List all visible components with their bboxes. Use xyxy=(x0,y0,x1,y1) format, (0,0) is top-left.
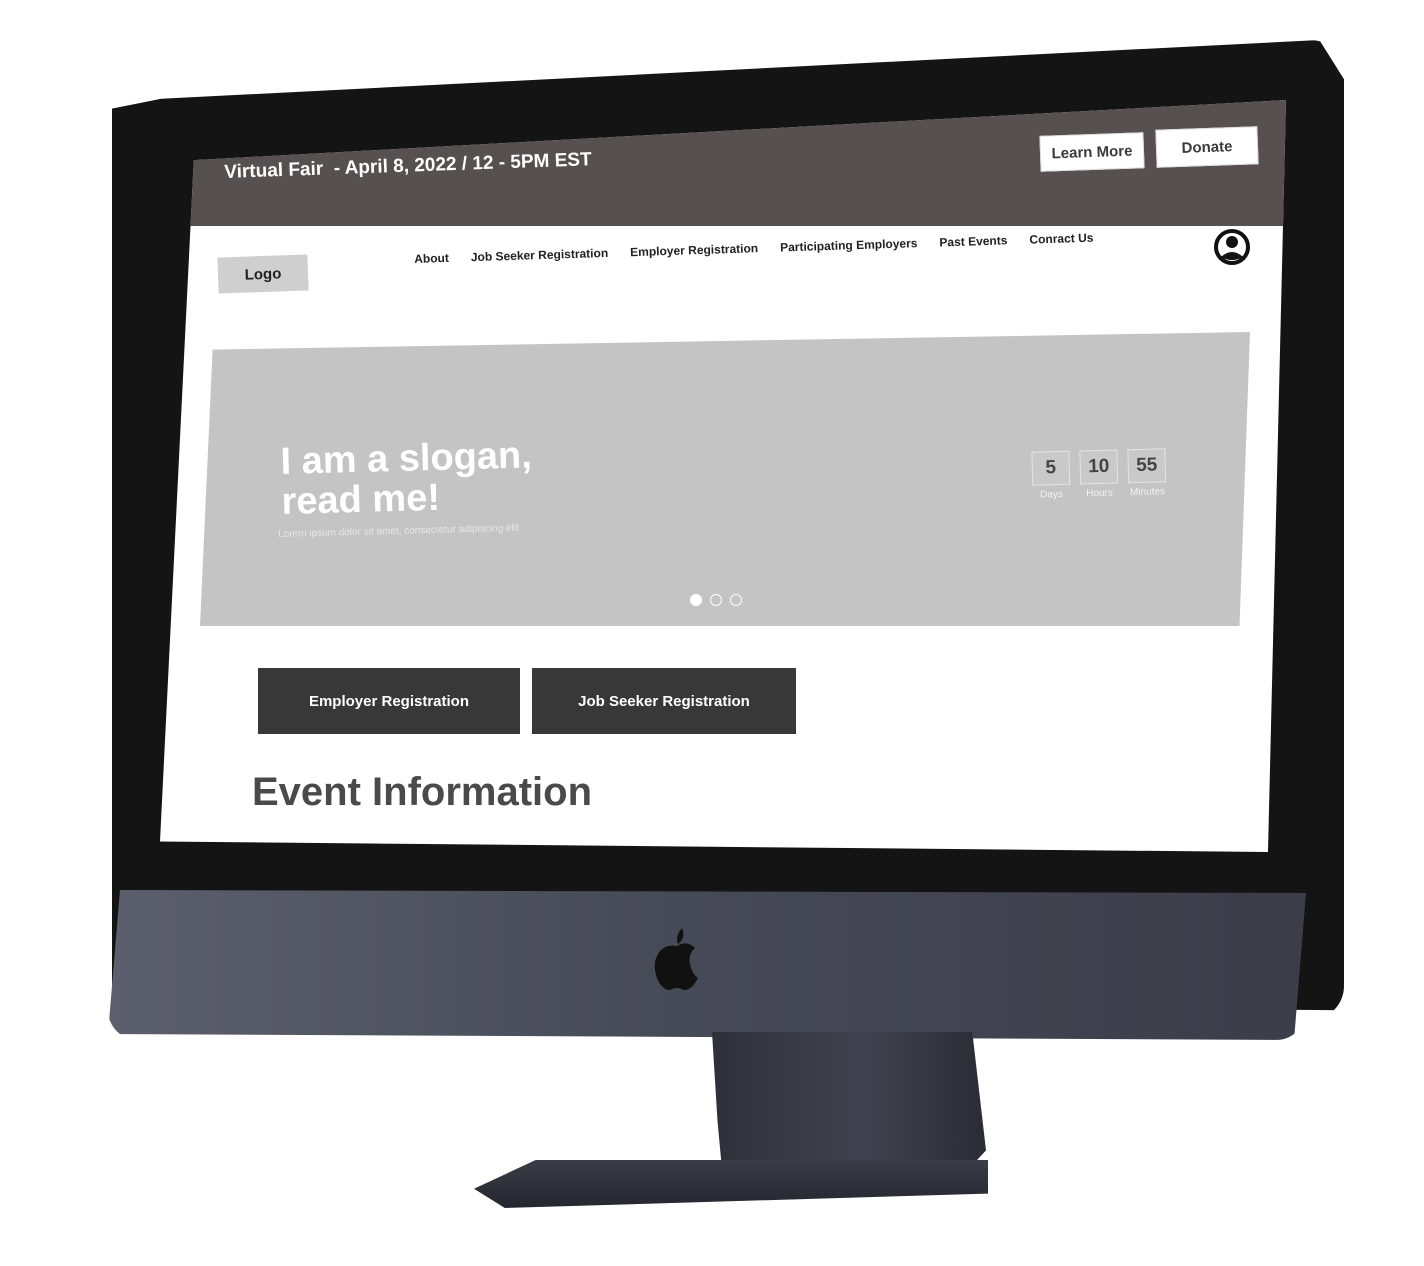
carousel-dots xyxy=(690,594,742,606)
main-navigation: Logo About Job Seeker Registration Emplo… xyxy=(160,226,1286,306)
nav-links: About Job Seeker Registration Employer R… xyxy=(414,231,1094,266)
nav-link-contact-us[interactable]: Conract Us xyxy=(1029,231,1093,247)
event-information-heading: Event Information xyxy=(252,770,593,814)
hero-slogan: I am a slogan, read me! xyxy=(279,434,533,523)
nav-link-past-events[interactable]: Past Events xyxy=(939,233,1007,249)
carousel-dot-2[interactable] xyxy=(710,594,722,606)
monitor-mockup: Virtual Fair - April 8, 2022 / 12 - 5PM … xyxy=(0,0,1424,1266)
site-logo[interactable]: Logo xyxy=(217,254,309,294)
countdown-days-label: Days xyxy=(1039,488,1064,501)
countdown-days: 5 Days xyxy=(1031,450,1071,501)
nav-link-job-seeker-registration[interactable]: Job Seeker Registration xyxy=(471,246,609,264)
carousel-dot-3[interactable] xyxy=(730,594,742,606)
donate-button[interactable]: Donate xyxy=(1155,126,1259,168)
hero-subtext: Lorem ipsum dolor sit amet, consectetur … xyxy=(278,522,519,540)
monitor-chin xyxy=(108,890,1306,1040)
countdown-minutes-label: Minutes xyxy=(1129,486,1166,499)
user-circle-icon[interactable] xyxy=(1212,226,1252,268)
apple-icon xyxy=(654,928,698,990)
nav-link-employer-registration[interactable]: Employer Registration xyxy=(630,241,758,259)
slogan-line-2: read me! xyxy=(281,476,441,523)
carousel-dot-1[interactable] xyxy=(690,594,702,606)
learn-more-button[interactable]: Learn More xyxy=(1039,132,1145,172)
employer-registration-button[interactable]: Employer Registration xyxy=(258,668,520,734)
website-screen: Virtual Fair - April 8, 2022 / 12 - 5PM … xyxy=(160,100,1286,852)
slogan-line-1: I am a slogan, xyxy=(279,434,533,483)
monitor-stand-base xyxy=(474,1160,988,1208)
nav-link-participating-employers[interactable]: Participating Employers xyxy=(780,236,918,254)
countdown-hours-label: Hours xyxy=(1086,487,1113,500)
countdown-minutes-value: 55 xyxy=(1127,448,1167,484)
nav-link-about[interactable]: About xyxy=(414,251,449,266)
countdown-hours-value: 10 xyxy=(1079,449,1119,485)
countdown-hours: 10 Hours xyxy=(1079,449,1119,500)
monitor-stand-neck xyxy=(712,1032,986,1180)
job-seeker-registration-button[interactable]: Job Seeker Registration xyxy=(532,668,796,734)
countdown-minutes: 55 Minutes xyxy=(1127,448,1167,499)
hero-banner: I am a slogan, read me! Lorem ipsum dolo… xyxy=(200,332,1250,626)
countdown-timer: 5 Days 10 Hours 55 Minutes xyxy=(1031,448,1167,501)
countdown-days-value: 5 xyxy=(1031,450,1071,486)
